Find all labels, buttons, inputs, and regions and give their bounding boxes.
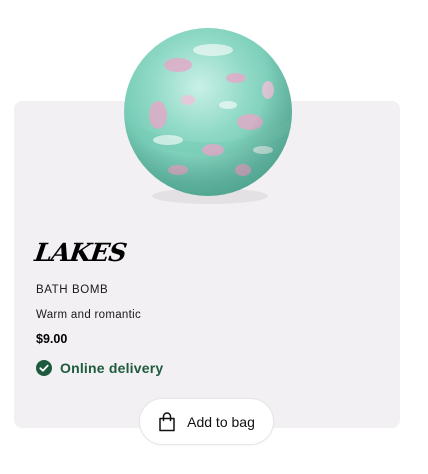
product-name[interactable]: LAKES bbox=[33, 238, 128, 267]
shopping-bag-icon bbox=[159, 411, 175, 431]
bath-bomb-image[interactable] bbox=[118, 20, 298, 210]
check-circle-icon bbox=[36, 360, 52, 376]
delivery-label: Online delivery bbox=[60, 360, 164, 376]
add-to-bag-label: Add to bag bbox=[187, 413, 255, 430]
product-price: $9.00 bbox=[36, 332, 68, 346]
delivery-status: Online delivery bbox=[36, 360, 163, 376]
product-tile: LAKES BATH BOMB Warm and romantic $9.00 … bbox=[0, 0, 428, 474]
product-category: BATH BOMB bbox=[36, 284, 109, 296]
product-description: Warm and romantic bbox=[36, 309, 142, 321]
add-to-bag-button[interactable]: Add to bag bbox=[139, 398, 274, 445]
